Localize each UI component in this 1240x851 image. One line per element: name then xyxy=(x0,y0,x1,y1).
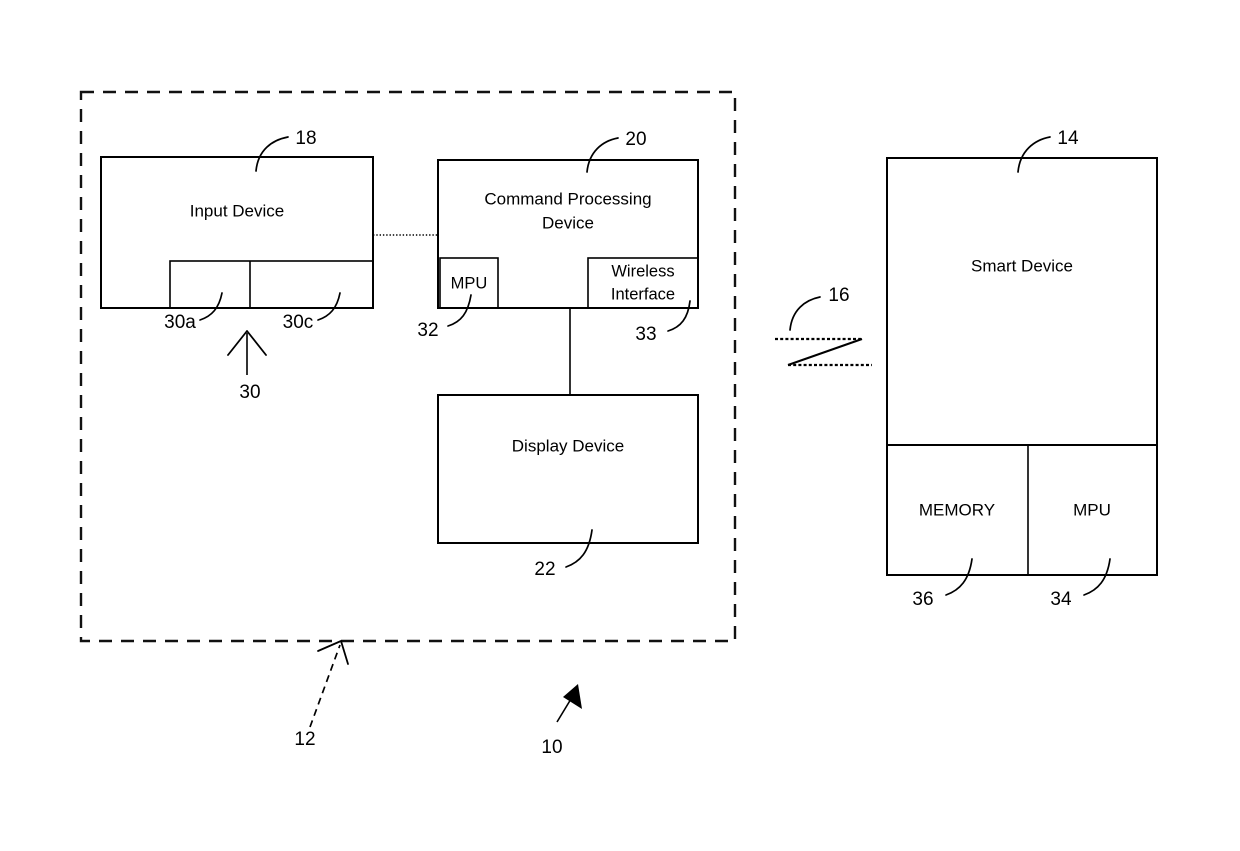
input-device-label: Input Device xyxy=(190,201,285,220)
enclosure-boundary-dashed xyxy=(79,90,737,643)
leader-line-20 xyxy=(586,137,619,173)
command-processing-device-label-line2: Device xyxy=(542,213,594,232)
input-subboxes-group xyxy=(169,260,374,309)
ref-num-30: 30 xyxy=(239,382,260,403)
patent-figure-root: Input Device 18 30a 30c 30 Command Proce… xyxy=(0,0,1240,851)
ref-num-30c: 30c xyxy=(283,312,314,333)
leader-line-22 xyxy=(565,529,593,568)
input-device-box xyxy=(100,156,374,309)
wireless-interface-label-line2: Interface xyxy=(611,285,675,303)
smart-device-label: Smart Device xyxy=(971,256,1073,275)
arrow-head-10 xyxy=(563,684,582,709)
leader-line-30a xyxy=(199,292,223,321)
arrow-head-12 xyxy=(317,640,349,665)
ref-num-34: 34 xyxy=(1050,589,1072,610)
leader-line-14 xyxy=(1017,136,1051,173)
memory-label: MEMORY xyxy=(919,500,995,519)
ref-num-12: 12 xyxy=(294,729,315,750)
ref-num-22: 22 xyxy=(534,559,555,580)
leader-line-36 xyxy=(945,558,973,596)
ref-num-16: 16 xyxy=(828,285,849,306)
ref-num-10: 10 xyxy=(541,737,562,758)
ref-num-36: 36 xyxy=(912,589,933,610)
diagram-canvas: Input Device 18 30a 30c 30 Command Proce… xyxy=(79,90,1158,758)
command-processing-device-label-line1: Command Processing xyxy=(484,189,651,208)
display-device-label: Display Device xyxy=(512,436,624,455)
leader-line-18 xyxy=(255,136,289,172)
mpu-local-label: MPU xyxy=(451,274,488,292)
wireless-interface-label-line1: Wireless xyxy=(611,262,674,280)
leader-line-32 xyxy=(447,294,472,327)
ref-num-32: 32 xyxy=(417,320,438,341)
leader-line-12 xyxy=(309,644,341,728)
leader-line-33 xyxy=(667,300,691,332)
ref-num-18: 18 xyxy=(295,128,316,149)
ref-num-33: 33 xyxy=(635,324,656,345)
ref-num-14: 14 xyxy=(1057,128,1079,149)
leader-line-30c xyxy=(317,292,341,321)
mpu-smart-label: MPU xyxy=(1073,500,1111,519)
display-device-box xyxy=(437,394,699,544)
leader-line-16 xyxy=(789,296,821,331)
break-symbol-diagonal xyxy=(787,338,863,366)
leader-line-34 xyxy=(1083,558,1111,596)
ref-num-20: 20 xyxy=(625,129,646,150)
ref-num-30a: 30a xyxy=(164,312,196,333)
